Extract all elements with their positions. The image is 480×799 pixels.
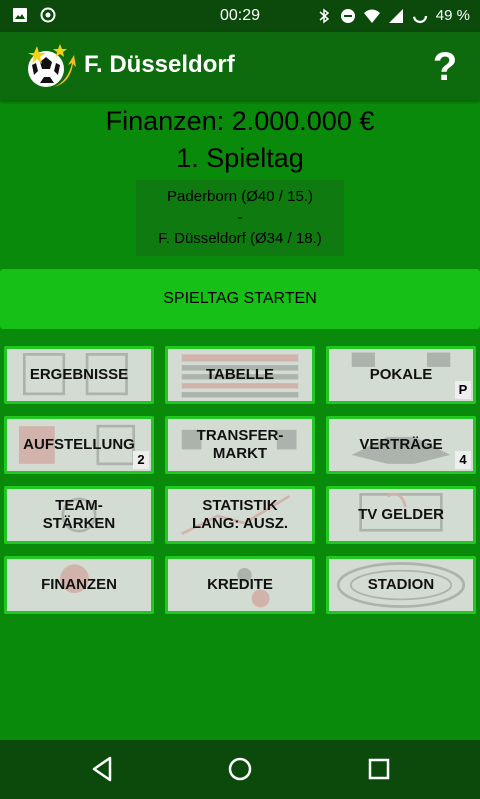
tile-label: AUFSTELLUNG (23, 436, 135, 453)
tile-transfermarkt[interactable]: TRANSFER- MARKT (165, 416, 315, 474)
fixture-box: Paderborn (Ø40 / 15.) - F. Düsseldorf (Ø… (136, 180, 344, 256)
recent-apps-icon[interactable] (362, 754, 396, 784)
bluetooth-icon (319, 8, 329, 23)
away-team: F. Düsseldorf (Ø34 / 18.) (158, 230, 322, 247)
tile-vertraege[interactable]: VERTRÄGE 4 (326, 416, 476, 474)
start-matchday-button[interactable]: SPIELTAG STARTEN (0, 269, 480, 329)
tile-label: TEAM- STÄRKEN (42, 497, 116, 532)
back-icon[interactable] (86, 754, 120, 784)
tile-ergebnisse[interactable]: ERGEBNISSE (4, 346, 154, 404)
tile-label: KREDITE (207, 576, 273, 593)
tile-badge: 2 (133, 451, 149, 469)
battery-icon (412, 8, 427, 23)
app-bar: F. Düsseldorf ? (0, 32, 480, 100)
tile-label: VERTRÄGE (359, 436, 443, 453)
tile-label: TABELLE (205, 366, 275, 383)
tile-label: TRANSFER- MARKT (196, 427, 284, 462)
tile-tvgelder[interactable]: TV GELDER (326, 486, 476, 544)
status-bar: 00:29 49 % (0, 0, 480, 32)
tile-label: STADION (367, 576, 435, 593)
home-team: Paderborn (Ø40 / 15.) (167, 188, 313, 205)
tile-kredite[interactable]: KREDITE (165, 556, 315, 614)
matchday-label: 1. Spieltag (176, 143, 304, 173)
app-title: F. Düsseldorf (84, 51, 235, 78)
tile-stadion[interactable]: STADION (326, 556, 476, 614)
tile-pokale[interactable]: POKALE P (326, 346, 476, 404)
signal-icon (388, 8, 403, 23)
wifi-icon (363, 9, 380, 23)
tile-badge: 4 (455, 451, 471, 469)
tile-aufstellung[interactable]: AUFSTELLUNG 2 (4, 416, 154, 474)
tile-teamstaerken[interactable]: TEAM- STÄRKEN (4, 486, 154, 544)
tile-tabelle[interactable]: TABELLE (165, 346, 315, 404)
home-icon[interactable] (223, 754, 257, 784)
tile-finanzen[interactable]: FINANZEN (4, 556, 154, 614)
tile-label: ERGEBNISSE (29, 366, 129, 383)
fixture-separator: - (237, 209, 243, 226)
tile-label: POKALE (369, 366, 433, 383)
finance-label: Finanzen: 2.000.000 € (105, 106, 375, 136)
tile-badge: P (455, 381, 471, 399)
tile-label: FINANZEN (41, 576, 117, 593)
tile-label: STATISTIK LANG: AUSZ. (191, 497, 289, 532)
help-button[interactable]: ? (430, 45, 460, 89)
navigation-bar (0, 740, 480, 799)
battery-percent: 49 % (435, 7, 470, 24)
do-not-disturb-icon (340, 8, 355, 23)
tile-label: TV GELDER (358, 506, 444, 523)
club-logo-icon (28, 44, 76, 87)
tile-statistik[interactable]: STATISTIK LANG: AUSZ. (165, 486, 315, 544)
